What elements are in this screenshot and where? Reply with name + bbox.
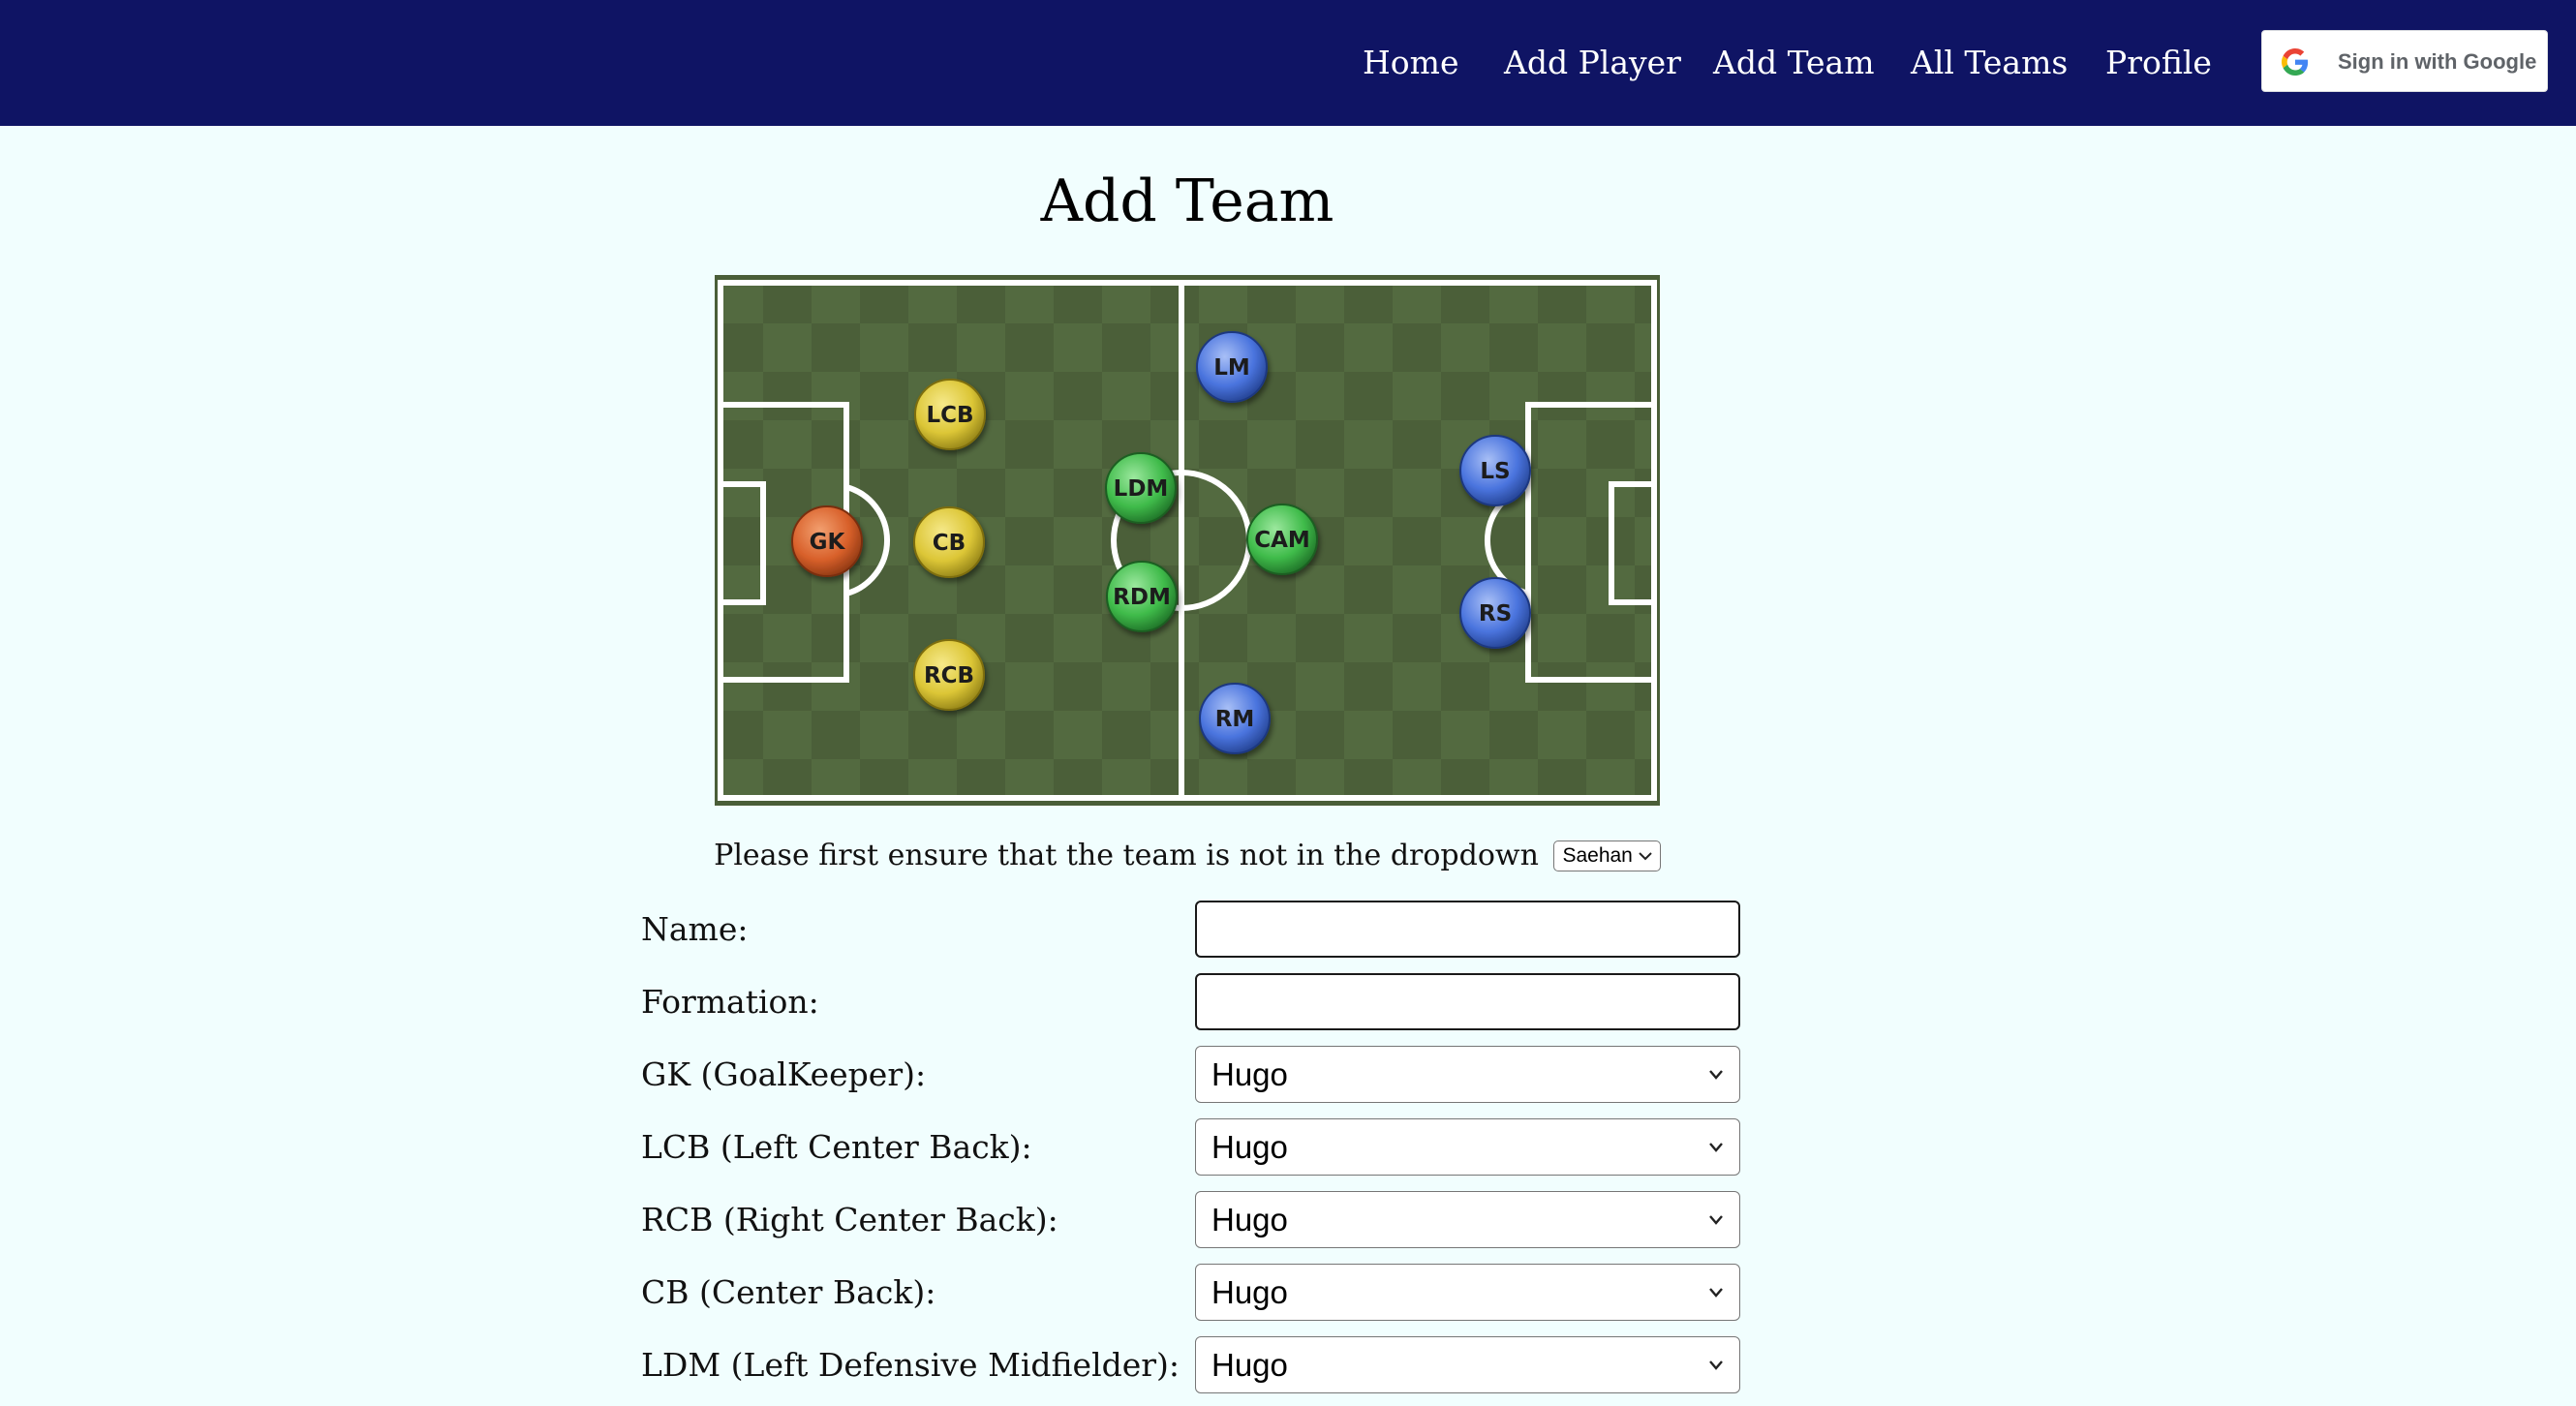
chevron-down-icon [1709, 1215, 1723, 1225]
form-row-ldm: LDM (Left Defensive Midfielder): Hugo [0, 1336, 2576, 1394]
position-label-rm: RM [1215, 707, 1255, 732]
position-label-rdm: RDM [1113, 585, 1171, 610]
gk-player-select-value: Hugo [1211, 1056, 1288, 1092]
nav-home-link[interactable]: Home [1363, 39, 1458, 87]
navbar: Home Add Player Add Team All Teams Profi… [0, 0, 2576, 126]
position-marker-gk[interactable]: GK [791, 505, 863, 577]
gk-label: GK (GoalKeeper): [641, 1055, 927, 1093]
nav-profile-link[interactable]: Profile [2105, 39, 2212, 87]
existing-team-select-value: Saehan [1562, 844, 1633, 867]
chevron-down-icon [1709, 1360, 1723, 1370]
position-marker-rdm[interactable]: RDM [1106, 561, 1178, 632]
cb-label: CB (Center Back): [641, 1273, 936, 1311]
lcb-label: LCB (Left Center Back): [641, 1128, 1032, 1166]
form-row-rcb: RCB (Right Center Back): Hugo [0, 1191, 2576, 1249]
formation-label: Formation: [641, 983, 819, 1021]
position-label-rcb: RCB [924, 663, 974, 688]
rcb-player-select-value: Hugo [1211, 1202, 1288, 1238]
ldm-player-select-value: Hugo [1211, 1347, 1288, 1383]
position-marker-cb[interactable]: CB [913, 506, 985, 578]
formation-input[interactable] [1195, 973, 1740, 1030]
position-marker-ldm[interactable]: LDM [1105, 452, 1177, 524]
position-marker-lcb[interactable]: LCB [914, 379, 986, 450]
chevron-down-icon [1709, 1143, 1723, 1152]
cb-player-select[interactable]: Hugo [1195, 1264, 1740, 1321]
position-label-ldm: LDM [1114, 476, 1169, 502]
position-marker-rs[interactable]: RS [1459, 577, 1531, 649]
nav-add-player-link[interactable]: Add Player [1504, 39, 1681, 87]
form-row-cb: CB (Center Back): Hugo [0, 1264, 2576, 1322]
position-label-lcb: LCB [926, 403, 973, 428]
lcb-player-select[interactable]: Hugo [1195, 1118, 1740, 1176]
position-marker-ls[interactable]: LS [1459, 435, 1531, 506]
position-marker-rm[interactable]: RM [1199, 683, 1271, 754]
form-row-name: Name: [0, 901, 2576, 959]
pitch-graphic: GK LCB CB RCB LDM RDM CAM LM RM LS RS [715, 275, 1660, 806]
position-label-gk: GK [810, 530, 846, 555]
team-dropdown-note: Please first ensure that the team is not… [0, 833, 2375, 878]
chevron-down-icon [1639, 852, 1652, 861]
form-row-lcb: LCB (Left Center Back): Hugo [0, 1118, 2576, 1177]
form-row-gk: GK (GoalKeeper): Hugo [0, 1046, 2576, 1104]
position-label-rs: RS [1479, 601, 1512, 627]
name-input[interactable] [1195, 901, 1740, 958]
nav-all-teams-link[interactable]: All Teams [1911, 39, 2068, 87]
cb-player-select-value: Hugo [1211, 1274, 1288, 1310]
page-title: Add Team [1040, 168, 1334, 235]
lcb-player-select-value: Hugo [1211, 1129, 1288, 1165]
formation-pitch: GK LCB CB RCB LDM RDM CAM LM RM LS RS [715, 275, 1660, 806]
position-label-ls: LS [1480, 459, 1510, 484]
google-sign-in-label: Sign in with Google [2338, 49, 2537, 74]
position-marker-lm[interactable]: LM [1196, 331, 1268, 403]
name-label: Name: [641, 910, 749, 948]
team-dropdown-note-text: Please first ensure that the team is not… [714, 839, 1539, 872]
google-sign-in-button[interactable]: Sign in with Google [2261, 30, 2548, 92]
form-row-formation: Formation: [0, 973, 2576, 1031]
position-marker-cam[interactable]: CAM [1246, 504, 1318, 575]
position-label-cam: CAM [1254, 528, 1310, 553]
chevron-down-icon [1709, 1288, 1723, 1298]
ldm-player-select[interactable]: Hugo [1195, 1336, 1740, 1393]
position-label-lm: LM [1213, 355, 1250, 381]
rcb-player-select[interactable]: Hugo [1195, 1191, 1740, 1248]
position-label-cb: CB [933, 531, 966, 556]
existing-team-select[interactable]: Saehan [1553, 841, 1661, 871]
ldm-label: LDM (Left Defensive Midfielder): [641, 1346, 1181, 1384]
position-marker-rcb[interactable]: RCB [913, 639, 985, 711]
rcb-label: RCB (Right Center Back): [641, 1201, 1058, 1238]
nav-add-team-link[interactable]: Add Team [1713, 39, 1875, 87]
google-logo-icon [2282, 48, 2309, 76]
chevron-down-icon [1709, 1070, 1723, 1080]
gk-player-select[interactable]: Hugo [1195, 1046, 1740, 1103]
